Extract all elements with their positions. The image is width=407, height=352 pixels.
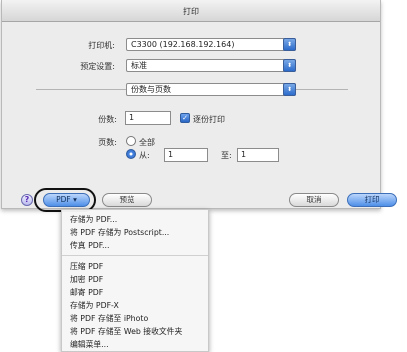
presets-popup[interactable]: 标准 ⬍	[126, 59, 296, 72]
menu-item-mail-pdf[interactable]: 邮寄 PDF	[70, 287, 103, 298]
cancel-button[interactable]: 取消	[289, 193, 339, 207]
menu-item-save-as-pdf-x[interactable]: 存储为 PDF-X	[70, 300, 119, 311]
pages-to-label: 至:	[221, 151, 232, 160]
copies-field[interactable]: 1	[125, 111, 171, 125]
separator-left	[36, 89, 126, 90]
section-popup[interactable]: 份数与页数 ⬍	[126, 83, 296, 96]
popup-arrows-icon: ⬍	[283, 59, 296, 72]
help-button[interactable]: ?	[21, 194, 33, 206]
pages-all-radio[interactable]	[126, 136, 136, 146]
preview-button[interactable]: 预览	[102, 193, 152, 207]
title-bar: 打印	[2, 0, 380, 22]
separator-right	[296, 89, 348, 90]
collate-label: 逐份打印	[193, 115, 225, 124]
pages-from-label: 从:	[139, 151, 150, 160]
popup-arrows-icon: ⬍	[283, 38, 296, 51]
copies-label: 份数:	[98, 115, 117, 124]
presets-value: 标准	[131, 61, 147, 70]
pages-label: 页数:	[98, 138, 117, 147]
menu-item-edit-menu[interactable]: 编辑菜单...	[70, 339, 109, 350]
dialog-title: 打印	[183, 7, 199, 16]
pages-from-radio[interactable]	[126, 149, 136, 159]
menu-item-save-to-iphoto[interactable]: 将 PDF 存储至 iPhoto	[70, 313, 148, 324]
print-button[interactable]: 打印	[347, 193, 397, 207]
menu-item-save-to-web-folder[interactable]: 将 PDF 存储至 Web 接收文件夹	[70, 326, 182, 337]
printer-value: C3300 (192.168.192.164)	[131, 40, 235, 49]
menu-item-encrypt-pdf[interactable]: 加密 PDF	[70, 274, 103, 285]
pdf-menu: 存储为 PDF... 将 PDF 存储为 Postscript... 传真 PD…	[61, 209, 209, 352]
printer-label: 打印机:	[88, 41, 115, 50]
print-dialog: 打印 打印机: C3300 (192.168.192.164) ⬍ 预定设置: …	[1, 0, 397, 209]
collate-checkbox[interactable]: ✓	[180, 113, 190, 123]
menu-separator	[62, 255, 208, 256]
pages-to-field[interactable]: 1	[237, 148, 279, 162]
menu-item-compress-pdf[interactable]: 压缩 PDF	[70, 261, 103, 272]
section-value: 份数与页数	[131, 85, 171, 94]
presets-label: 预定设置:	[80, 62, 115, 71]
pages-from-field[interactable]: 1	[164, 148, 208, 162]
menu-item-fax-pdf[interactable]: 传真 PDF...	[70, 240, 109, 251]
popup-arrows-icon: ⬍	[283, 83, 296, 96]
menu-item-save-as-pdf[interactable]: 存储为 PDF...	[70, 214, 117, 225]
menu-item-save-as-postscript[interactable]: 将 PDF 存储为 Postscript...	[70, 227, 169, 238]
printer-popup[interactable]: C3300 (192.168.192.164) ⬍	[126, 38, 296, 51]
pages-all-label: 全部	[139, 138, 155, 147]
